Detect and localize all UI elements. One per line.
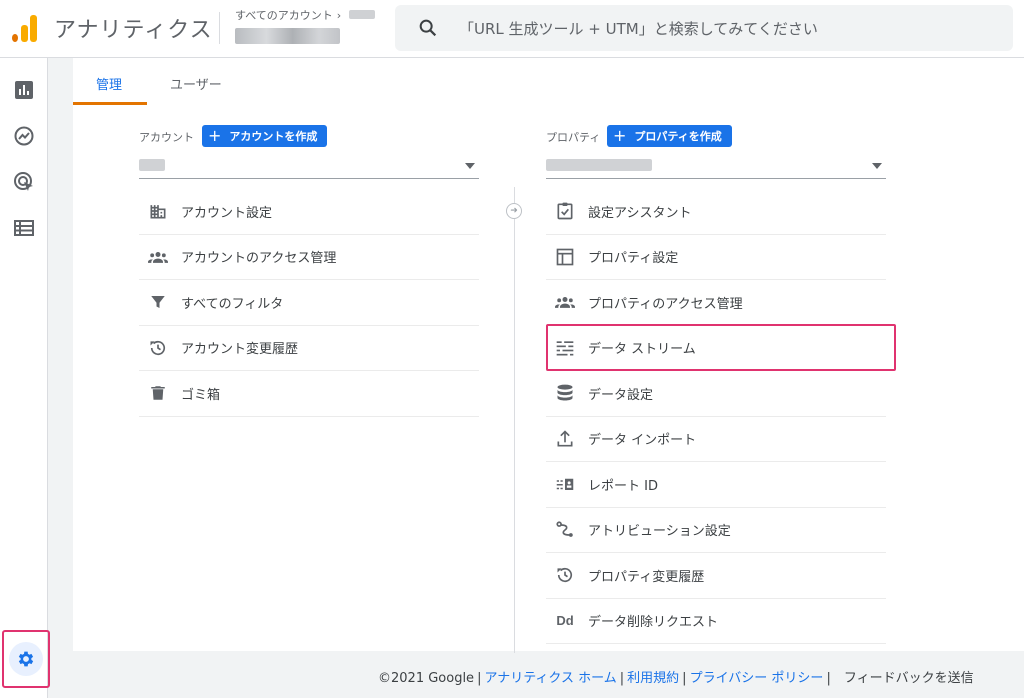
app-title: アナリティクス [54,17,213,42]
left-nav [0,58,48,698]
terms-link[interactable]: 利用規約 [627,671,679,686]
privacy-link[interactable]: プライバシー ポリシー [690,671,824,686]
list-item-label: ゴミ箱 [181,387,221,403]
trash-icon [151,386,165,400]
footer: ©2021 Google | アナリティクス ホーム | 利用規約 | プライバシー ポリシ… [378,671,974,686]
plus-icon: + [208,126,222,145]
property-menu: 設定アシスタント プロパティ設定 プロパティのアクセス管理 データ ストリーム … [546,189,886,644]
history-icon [150,340,166,355]
people-icon [148,251,168,263]
copyright: ©2021 Google [378,671,475,686]
data-import-item[interactable]: データ インポート [546,417,886,462]
database-icon [557,384,573,401]
analytics-logo[interactable] [12,14,38,42]
account-selector-value-redacted [139,159,165,171]
layout-icon [556,248,574,266]
create-account-button[interactable]: + アカウントを作成 [202,125,328,147]
filter-icon [151,296,165,309]
report-id-icon [556,479,574,491]
account-selector[interactable] [139,153,479,179]
explore-icon[interactable] [12,124,36,148]
admin-button[interactable] [2,630,50,688]
analytics-home-link[interactable]: アナリティクス ホーム [484,671,616,686]
upload-icon [557,430,573,447]
plus-icon: + [613,126,627,145]
building-icon [150,205,166,219]
people-icon [555,297,575,309]
list-item-label: データ削除リクエスト [588,615,719,631]
property-selector-value-redacted [546,159,652,171]
search-icon [419,19,437,37]
search-bar[interactable]: 「URL 生成ツール + UTM」と検索してみてください [395,5,1013,51]
column-divider [514,187,515,653]
account-access-item[interactable]: アカウントのアクセス管理 [139,235,479,280]
tab-admin[interactable]: 管理 [96,74,122,93]
property-settings-item[interactable]: プロパティ設定 [546,235,886,280]
list-item-label: プロパティのアクセス管理 [588,296,743,312]
list-item-label: データ インポート [588,433,697,449]
account-menu: アカウント設定 アカウントのアクセス管理 すべてのフィルタ アカウント変更履歴 … [139,189,479,417]
setup-assistant-item[interactable]: 設定アシスタント [546,189,886,235]
account-history-item[interactable]: アカウント変更履歴 [139,326,479,371]
header-divider [219,12,220,44]
reporting-identity-item[interactable]: レポート ID [546,462,886,508]
list-item-label: アカウント設定 [181,205,273,221]
breadcrumb-redacted [348,10,375,19]
list-item-label: データ設定 [588,387,654,403]
list-item-label: 設定アシスタント [588,205,692,221]
all-filters-item[interactable]: すべてのフィルタ [139,280,479,326]
send-feedback-link[interactable]: フィードバックを送信 [844,671,974,686]
advertising-icon[interactable] [12,170,36,194]
list-item-label: プロパティ変更履歴 [588,569,705,585]
attribution-icon [556,521,573,537]
search-placeholder: 「URL 生成ツール + UTM」と検索してみてください [459,20,818,38]
account-breadcrumb[interactable]: すべてのアカウント › [235,7,375,23]
create-property-button[interactable]: + プロパティを作成 [607,125,732,147]
clipboard-check-icon [557,202,573,220]
list-item-label: アトリビューション設定 [588,524,731,540]
trash-item[interactable]: ゴミ箱 [139,371,479,417]
list-item-label: すべてのフィルタ [181,296,284,312]
list-item-label: レポート ID [588,478,658,494]
admin-tabs: 管理 ユーザー [73,58,1024,105]
list-item-label: アカウントのアクセス管理 [181,251,337,267]
list-item-label: アカウント変更履歴 [181,342,299,358]
account-label: アカウント [139,131,194,144]
history-icon [557,568,573,583]
reports-icon[interactable] [12,78,36,102]
dd-icon: Dd [556,613,574,629]
gear-icon [18,651,34,667]
account-name-redacted[interactable] [235,28,340,44]
create-property-label: プロパティを作成 [634,130,722,143]
account-crumb-label: すべてのアカウント [235,9,333,22]
attribution-settings-item[interactable]: アトリビューション設定 [546,508,886,553]
property-label: プロパティ [546,131,601,144]
create-account-label: アカウントを作成 [229,130,318,143]
arrow-right-icon: ➜ [506,203,522,219]
admin-content: アカウント + アカウントを作成 アカウント設定 アカウントのアクセス管理 すべて… [73,105,1024,653]
property-history-item[interactable]: プロパティ変更履歴 [546,553,886,599]
property-selector[interactable] [546,153,886,179]
data-settings-item[interactable]: データ設定 [546,371,886,417]
property-access-item[interactable]: プロパティのアクセス管理 [546,280,886,326]
account-settings-item[interactable]: アカウント設定 [139,189,479,235]
tab-user[interactable]: ユーザー [170,74,222,93]
top-header: アナリティクス すべてのアカウント › 「URL 生成ツール + UTM」と検索し… [0,0,1024,58]
data-deletion-requests-item[interactable]: Dd データ削除リクエスト [546,599,886,644]
chevron-right-icon: › [336,9,342,22]
data-streams-highlight [546,324,896,371]
list-item-label: プロパティ設定 [588,251,679,267]
caret-down-icon [465,163,475,169]
configure-icon[interactable] [12,216,36,240]
caret-down-icon [872,163,882,169]
